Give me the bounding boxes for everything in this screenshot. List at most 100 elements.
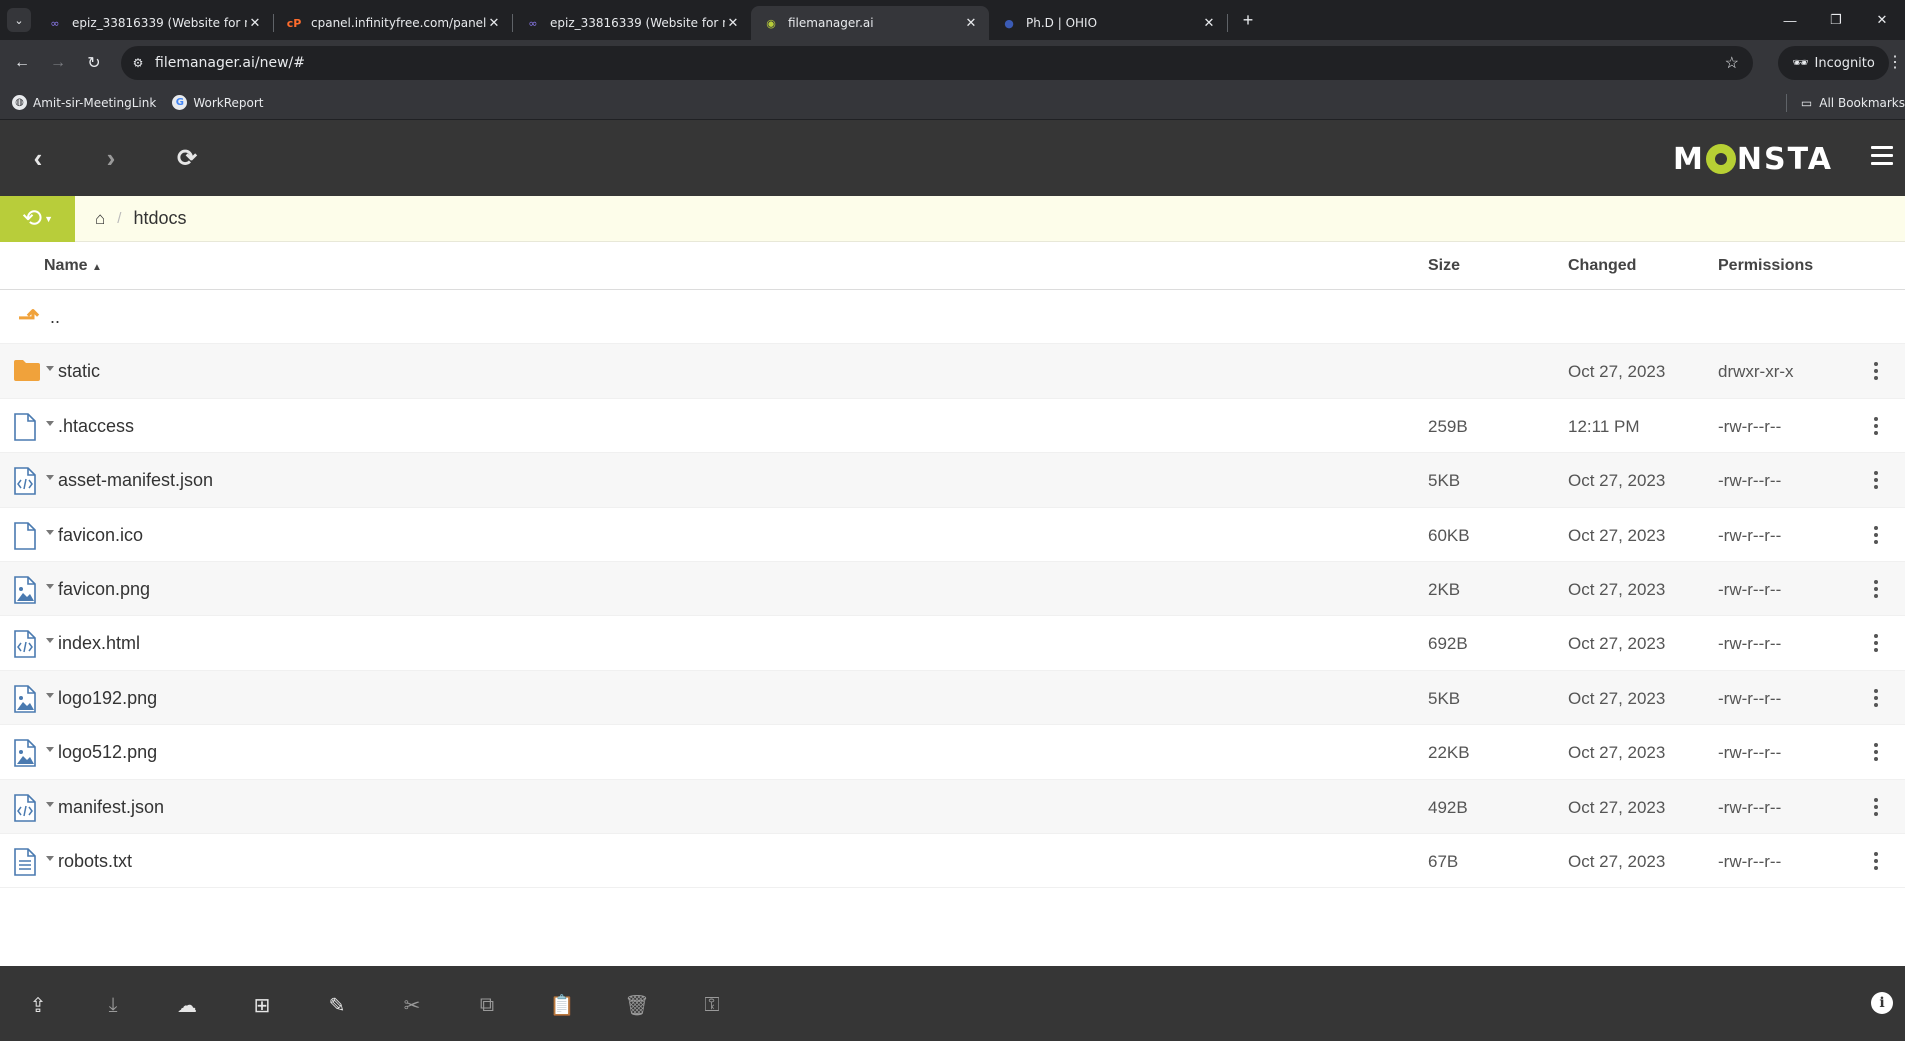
all-bookmarks-button[interactable]: ▭ All Bookmarks <box>1785 93 1905 112</box>
bookmark-star-icon[interactable]: ☆ <box>1725 53 1739 73</box>
caret-down-icon: ▼ <box>44 213 54 224</box>
row-menu-icon[interactable] <box>1870 578 1882 600</box>
caret-down-icon[interactable] <box>46 638 54 644</box>
browser-tab[interactable]: ● Ph.D | OHIO ✕ <box>989 6 1227 40</box>
window-close-icon[interactable]: ✕ <box>1859 0 1905 40</box>
paste-icon[interactable]: 📋 <box>548 991 576 1019</box>
row-menu-icon[interactable] <box>1870 632 1882 654</box>
file-name[interactable]: asset-manifest.json <box>58 470 213 491</box>
browser-tab[interactable]: ∞ epiz_33816339 (Website for no ✕ <box>35 6 273 40</box>
caret-down-icon[interactable] <box>46 366 54 372</box>
chevron-left-icon[interactable]: ‹ <box>22 142 54 174</box>
table-row[interactable]: robots.txt 67B Oct 27, 2023 -rw-r--r-- <box>0 834 1905 889</box>
file-permissions: -rw-r--r-- <box>1718 634 1782 654</box>
bookmark-item[interactable]: ◍ Amit-sir-MeetingLink <box>12 95 156 110</box>
url-text[interactable]: filemanager.ai/new/# <box>155 55 305 71</box>
row-menu-icon[interactable] <box>1870 415 1882 437</box>
browser-tab[interactable]: cP cpanel.infinityfree.com/panel/in ✕ <box>274 6 512 40</box>
file-name[interactable]: index.html <box>58 633 140 654</box>
back-icon[interactable]: ← <box>8 54 36 72</box>
row-menu-icon[interactable] <box>1870 741 1882 763</box>
table-row[interactable]: .htaccess 259B 12:11 PM -rw-r--r-- <box>0 399 1905 454</box>
column-permissions-header[interactable]: Permissions <box>1718 257 1813 275</box>
file-name[interactable]: logo512.png <box>58 742 157 763</box>
caret-down-icon[interactable] <box>46 801 54 807</box>
new-tab-button[interactable]: + <box>1236 10 1260 31</box>
bookmark-item[interactable]: G WorkReport <box>172 95 263 110</box>
caret-down-icon[interactable] <box>46 529 54 535</box>
close-icon[interactable]: ✕ <box>247 16 263 31</box>
file-size: 67B <box>1428 851 1459 871</box>
browser-tab-active[interactable]: ◉ filemanager.ai ✕ <box>751 6 989 40</box>
info-icon[interactable]: i <box>1871 992 1893 1014</box>
minimize-icon[interactable]: — <box>1767 0 1813 40</box>
hamburger-menu-icon[interactable] <box>1871 146 1893 170</box>
table-row[interactable]: logo192.png 5KB Oct 27, 2023 -rw-r--r-- <box>0 670 1905 726</box>
refresh-icon[interactable]: ⟳ <box>171 142 203 174</box>
row-menu-icon[interactable] <box>1870 796 1882 818</box>
caret-down-icon[interactable] <box>46 475 54 481</box>
table-row[interactable]: logo512.png 22KB Oct 27, 2023 -rw-r--r-- <box>0 725 1905 780</box>
row-menu-icon[interactable] <box>1870 469 1882 491</box>
table-row[interactable]: asset-manifest.json 5KB Oct 27, 2023 -rw-r-… <box>0 453 1905 508</box>
file-name[interactable]: favicon.ico <box>58 525 143 546</box>
chevron-right-icon[interactable]: › <box>95 142 127 174</box>
incognito-badge[interactable]: 🕶 Incognito <box>1778 46 1889 80</box>
caret-down-icon[interactable] <box>46 855 54 861</box>
file-changed: 12:11 PM <box>1568 416 1640 436</box>
file-name[interactable]: manifest.json <box>58 797 164 818</box>
caret-down-icon[interactable] <box>46 747 54 753</box>
delete-icon[interactable]: 🗑 <box>623 991 651 1019</box>
table-row[interactable]: index.html 692B Oct 27, 2023 -rw-r--r-- <box>0 616 1905 671</box>
copy-icon[interactable]: ⧉ <box>473 991 501 1019</box>
close-icon[interactable]: ✕ <box>725 16 741 31</box>
app-header: ‹ › ⟳ M NSTA <box>0 120 1905 196</box>
reload-icon[interactable]: ↻ <box>80 53 108 73</box>
file-name[interactable]: logo192.png <box>58 688 157 709</box>
cut-icon[interactable]: ✂ <box>398 991 426 1019</box>
home-icon[interactable]: ⌂ <box>95 209 105 229</box>
history-button[interactable]: ⟲ ▼ <box>0 195 75 242</box>
tab-search-button[interactable]: ⌄ <box>7 8 31 32</box>
column-size-header[interactable]: Size <box>1428 257 1460 275</box>
restore-icon[interactable]: ❐ <box>1813 0 1859 40</box>
permissions-key-icon[interactable]: ⚿ <box>698 991 726 1019</box>
new-item-icon[interactable]: ⊞ <box>248 991 276 1019</box>
edit-icon[interactable]: ✎ <box>323 991 351 1019</box>
table-row[interactable]: favicon.png 2KB Oct 27, 2023 -rw-r--r-- <box>0 561 1905 617</box>
history-icon: ⟲ <box>21 205 43 232</box>
row-menu-icon[interactable] <box>1870 360 1882 382</box>
table-row[interactable]: favicon.ico 60KB Oct 27, 2023 -rw-r--r-- <box>0 508 1905 562</box>
breadcrumb-current[interactable]: htdocs <box>133 208 186 229</box>
column-name-header[interactable]: Name ▲ <box>44 257 102 275</box>
caret-down-icon[interactable] <box>46 692 54 698</box>
site-info-icon[interactable]: ⚙ <box>121 56 155 70</box>
upload-icon[interactable]: ⇪ <box>24 991 52 1019</box>
omnibox[interactable]: ⚙ filemanager.ai/new/# ☆ <box>121 46 1753 80</box>
table-row[interactable]: static Oct 27, 2023 drwxr-xr-x <box>0 344 1905 399</box>
table-row[interactable]: manifest.json 492B Oct 27, 2023 -rw-r--r-- <box>0 779 1905 834</box>
cloud-upload-icon[interactable]: ☁ <box>173 991 201 1019</box>
close-icon[interactable]: ✕ <box>963 16 979 31</box>
file-name[interactable]: robots.txt <box>58 851 132 872</box>
browser-menu-icon[interactable]: ⋮ <box>1887 52 1903 72</box>
parent-directory-row[interactable]: ⬏ .. <box>0 290 1905 345</box>
google-icon: G <box>172 95 188 110</box>
file-name[interactable]: favicon.png <box>58 579 150 600</box>
row-menu-icon[interactable] <box>1870 687 1882 709</box>
file-icon <box>13 521 39 550</box>
row-menu-icon[interactable] <box>1870 850 1882 872</box>
browser-tab[interactable]: ∞ epiz_33816339 (Website for no ✕ <box>513 6 751 40</box>
file-name[interactable]: .htaccess <box>58 416 134 437</box>
caret-down-icon[interactable] <box>46 583 54 589</box>
file-name[interactable]: static <box>58 361 100 382</box>
caret-down-icon[interactable] <box>46 420 54 426</box>
row-menu-icon[interactable] <box>1870 524 1882 546</box>
close-icon[interactable]: ✕ <box>486 16 502 31</box>
forward-icon[interactable]: → <box>44 54 72 72</box>
column-changed-header[interactable]: Changed <box>1568 257 1636 275</box>
image-file-icon <box>13 684 39 713</box>
close-icon[interactable]: ✕ <box>1201 16 1217 31</box>
download-icon[interactable]: ⤓ <box>99 991 127 1019</box>
file-changed: Oct 27, 2023 <box>1568 688 1666 708</box>
